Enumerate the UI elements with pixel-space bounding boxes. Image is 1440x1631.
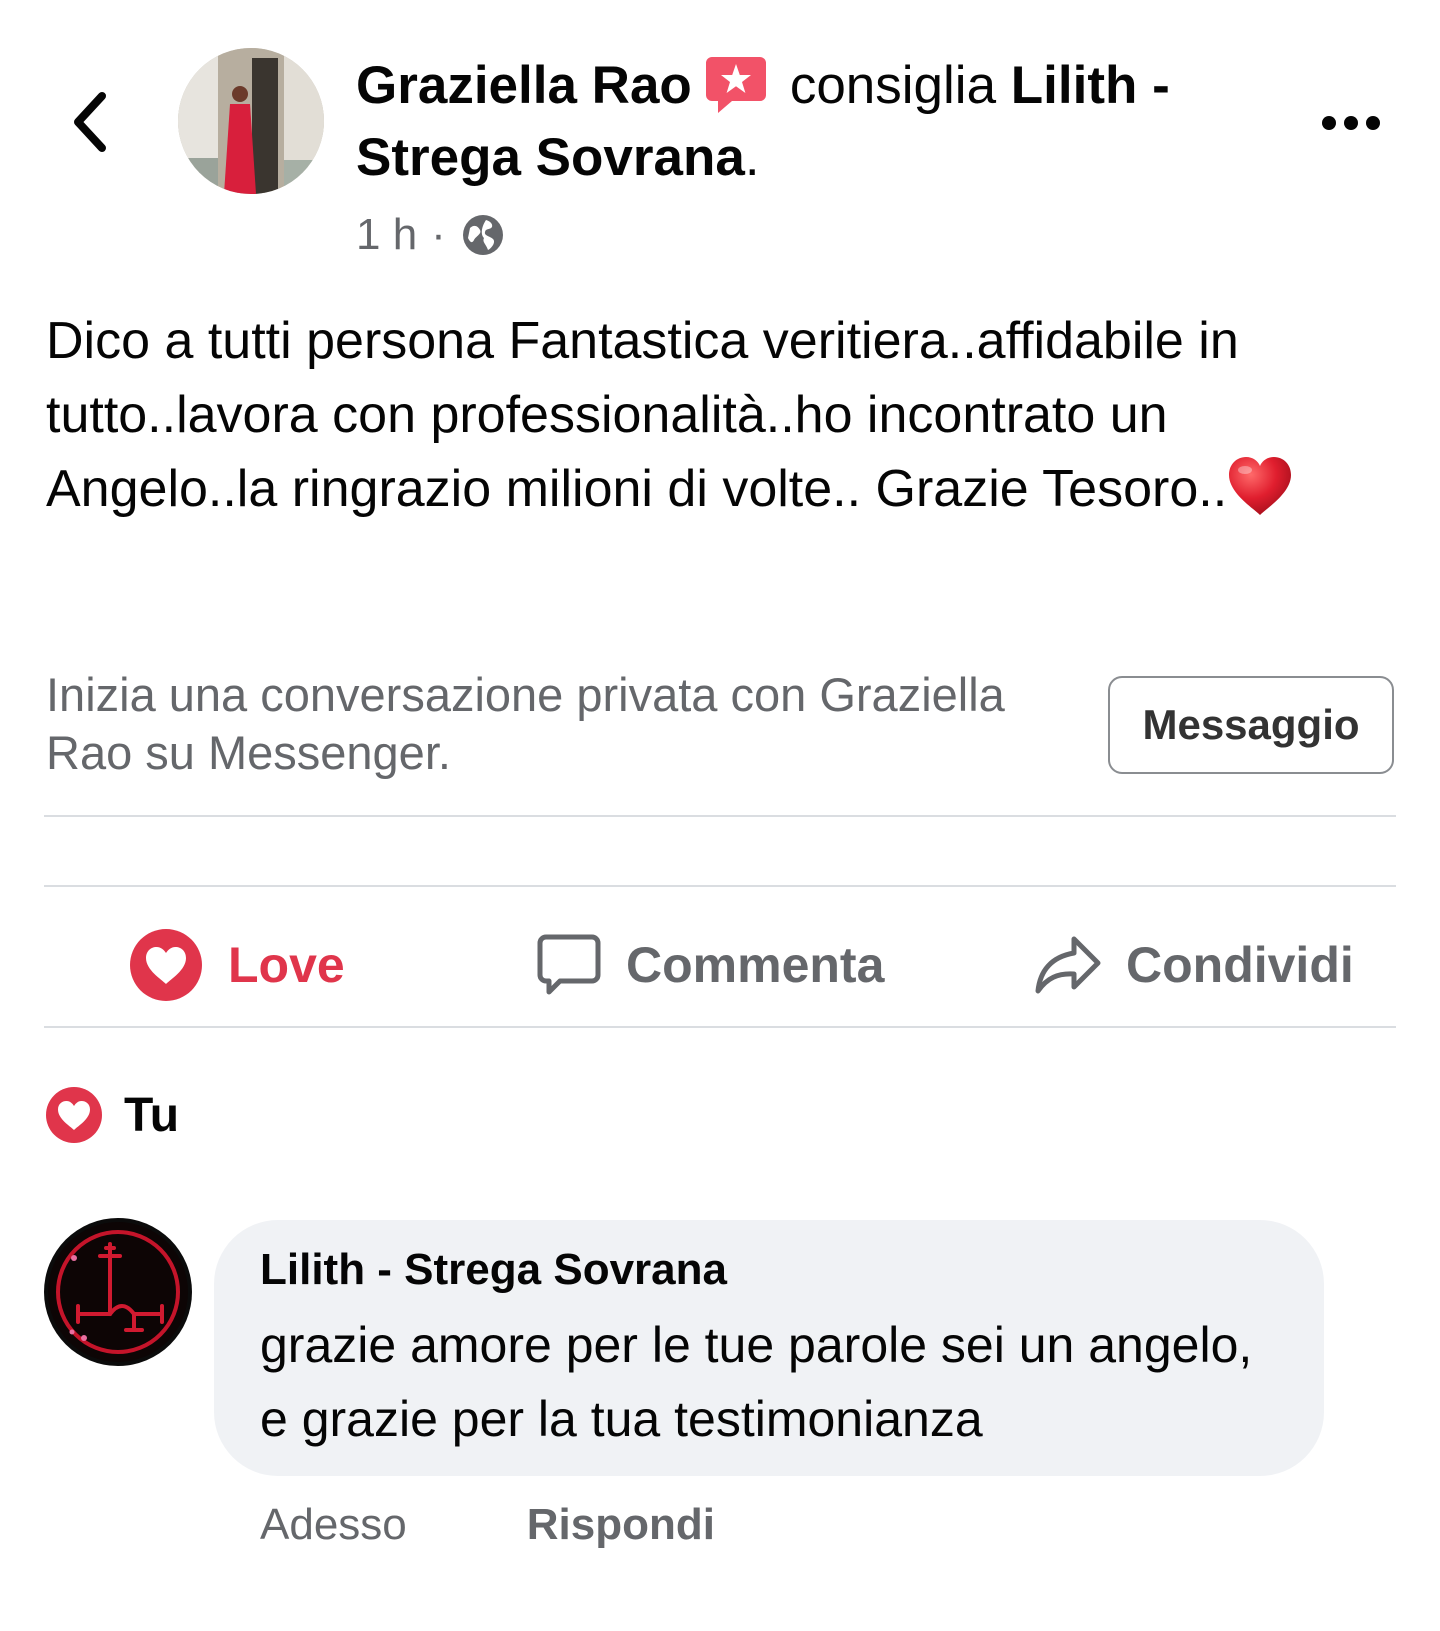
comment-timestamp[interactable]: Adesso: [260, 1500, 407, 1550]
author-name-link[interactable]: Graziella Rao: [356, 56, 692, 115]
back-button[interactable]: [60, 82, 120, 162]
comment-bubble: Lilith - Strega Sovrana grazie amore per…: [214, 1220, 1324, 1476]
comment-actions: Adesso Rispondi: [260, 1490, 715, 1560]
commenter-avatar[interactable]: [44, 1218, 192, 1366]
comment-text: grazie amore per le tue parole sei un an…: [260, 1317, 1253, 1447]
love-icon: [130, 929, 202, 1001]
love-label: Love: [228, 937, 345, 993]
share-label: Condividi: [1126, 937, 1354, 993]
post-body: Dico a tutti persona Fantastica veritier…: [46, 304, 1396, 526]
red-heart-emoji: [1227, 455, 1293, 517]
comment-label: Commenta: [626, 937, 885, 993]
message-button[interactable]: Messaggio: [1108, 676, 1394, 774]
page-name-link-part1[interactable]: Lilith -: [1011, 56, 1170, 115]
divider: [44, 815, 1396, 817]
author-avatar[interactable]: [178, 48, 324, 194]
reply-button[interactable]: Rispondi: [527, 1500, 715, 1550]
love-reaction-icon: [46, 1087, 102, 1143]
reaction-you-label: Tu: [124, 1088, 180, 1142]
divider: [44, 1026, 1396, 1028]
divider: [44, 885, 1396, 887]
messenger-prompt-text: Inizia una conversazione privata con Gra…: [46, 668, 1005, 779]
love-reaction-button[interactable]: Love: [128, 910, 345, 1020]
globe-icon: [462, 215, 503, 255]
recommendation-icon: [704, 53, 768, 117]
lilith-sigil-icon: [48, 1222, 188, 1362]
post-header-line-1: Graziella Rao consiglia Lilith -: [356, 50, 1356, 122]
meta-separator: ·: [431, 210, 446, 259]
post-header-line-2: Strega Sovrana.: [356, 122, 1356, 194]
share-button[interactable]: Condividi: [1034, 910, 1354, 1020]
reactions-summary[interactable]: Tu: [44, 1080, 179, 1150]
author-photo: [178, 48, 324, 194]
post-meta: 1 h ·: [356, 200, 506, 270]
header-period: .: [744, 128, 760, 187]
comment-button[interactable]: Commenta: [536, 910, 884, 1020]
page-name-link-part2[interactable]: Strega Sovrana: [356, 128, 745, 187]
post-timestamp[interactable]: 1 h: [356, 210, 417, 260]
chevron-left-icon: [74, 92, 106, 152]
more-options-icon: [1322, 116, 1380, 130]
comment-author-name[interactable]: Lilith - Strega Sovrana: [260, 1240, 1280, 1300]
share-icon: [1035, 936, 1101, 994]
more-options-button[interactable]: [1306, 96, 1396, 150]
recommends-verb: consiglia: [789, 56, 997, 115]
post-text: Dico a tutti persona Fantastica veritier…: [46, 312, 1239, 518]
comment-icon: [537, 934, 601, 995]
